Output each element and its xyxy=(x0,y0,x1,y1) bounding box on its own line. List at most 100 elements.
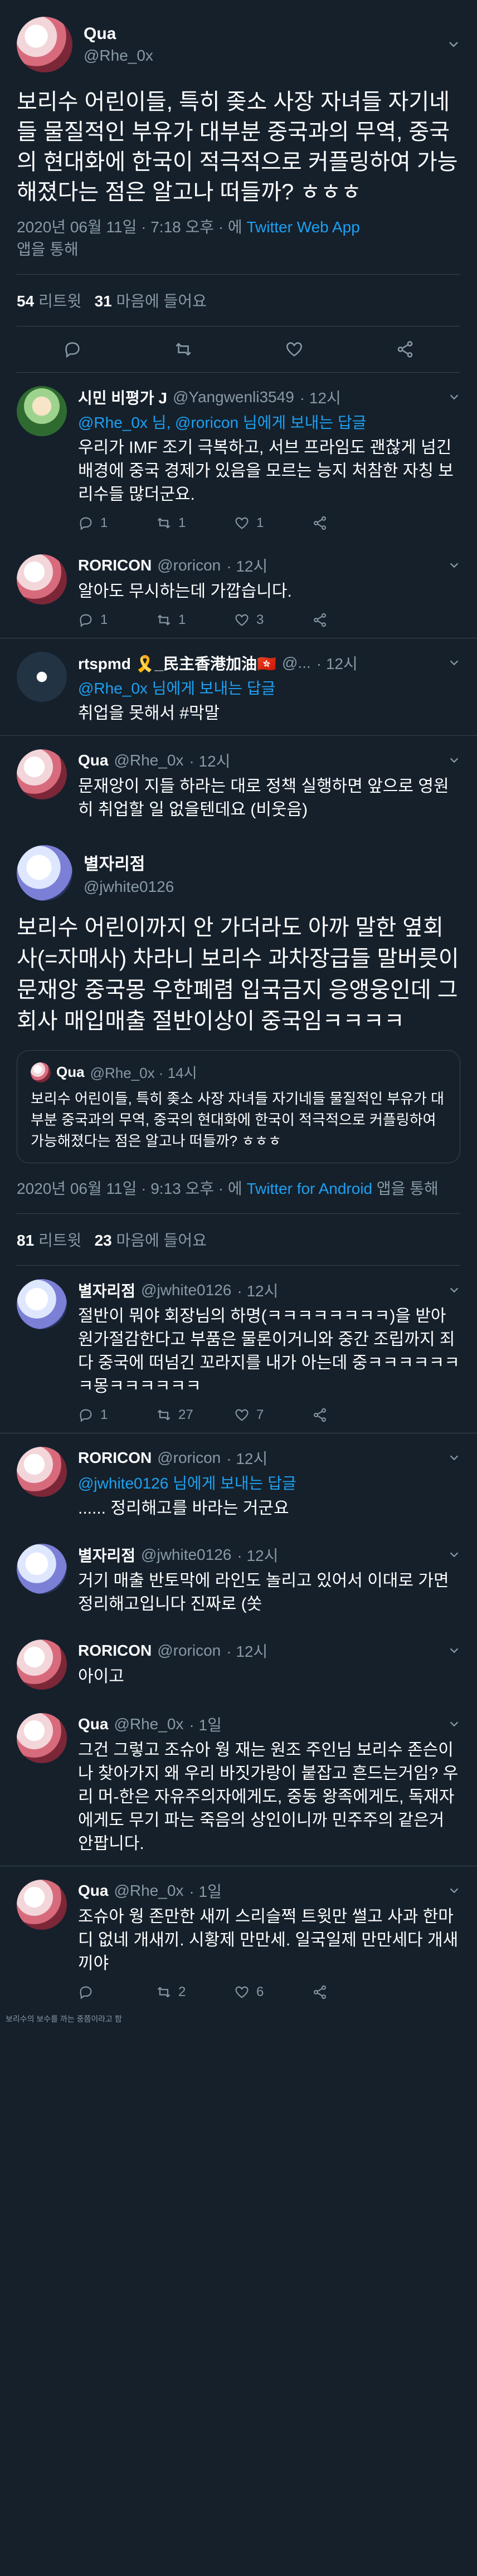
reply-action[interactable] xyxy=(78,1984,156,2000)
retweets-count[interactable]: 81 xyxy=(17,1232,34,1249)
retweet-action[interactable]: 2 xyxy=(156,1984,234,2000)
timestamp[interactable]: · 12시 xyxy=(226,1640,267,1662)
timestamp[interactable]: · 12시 xyxy=(237,1544,278,1566)
avatar[interactable] xyxy=(17,1544,67,1594)
replying-to[interactable]: @jwhite0126 님에게 보내는 답글 xyxy=(78,1471,460,1494)
chevron-down-icon[interactable] xyxy=(448,1549,460,1561)
reply-tweet[interactable]: 시민 비평가 J @Yangwenli3549 · 12시 @Rhe_0x 님,… xyxy=(0,373,477,541)
chevron-down-icon[interactable] xyxy=(448,657,460,669)
avatar[interactable] xyxy=(17,1447,67,1497)
handle[interactable]: @Rhe_0x xyxy=(114,752,183,769)
handle[interactable]: @roricon xyxy=(157,1449,221,1467)
reply-action[interactable]: 1 xyxy=(78,515,156,531)
replying-to[interactable]: @Rhe_0x 님, @roricon 님에게 보내는 답글 xyxy=(78,411,460,433)
display-name[interactable]: Qua xyxy=(78,752,108,769)
reply-tweet[interactable]: RORICON @roricon · 12시 @jwhite0126 님에게 보… xyxy=(0,1433,477,1530)
display-name[interactable]: Qua xyxy=(84,25,153,43)
reply-tweet[interactable]: RORICON @roricon · 12시 아이고 xyxy=(0,1626,477,1700)
timestamp[interactable]: · 12시 xyxy=(237,1279,278,1301)
chevron-down-icon[interactable] xyxy=(448,754,460,767)
timestamp[interactable]: · 1일 xyxy=(189,1713,221,1735)
display-name[interactable]: 별자리점 xyxy=(78,1279,135,1301)
display-name[interactable]: RORICON xyxy=(78,1642,152,1660)
display-name[interactable]: RORICON xyxy=(78,557,152,574)
handle[interactable]: @roricon xyxy=(157,557,221,574)
like-action[interactable]: 6 xyxy=(234,1984,312,2000)
like-action[interactable]: 3 xyxy=(234,612,312,628)
handle[interactable]: @... xyxy=(282,654,311,672)
display-name[interactable]: 시민 비평가 J xyxy=(78,386,167,408)
retweet-action[interactable]: 27 xyxy=(156,1407,234,1423)
display-name[interactable]: Qua xyxy=(78,1715,108,1733)
share-icon[interactable] xyxy=(396,340,415,359)
reply-tweet[interactable]: Qua @Rhe_0x · 12시 문재앙이 지들 하라는 대로 정책 실행하면… xyxy=(0,736,477,832)
chevron-down-icon[interactable] xyxy=(448,1452,460,1464)
reply-action[interactable]: 1 xyxy=(78,612,156,628)
avatar[interactable] xyxy=(17,1713,67,1763)
avatar[interactable] xyxy=(17,749,67,799)
display-name[interactable]: 별자리점 xyxy=(78,1544,135,1566)
chevron-down-icon[interactable] xyxy=(448,1885,460,1897)
avatar[interactable] xyxy=(17,386,67,436)
retweet-action[interactable]: 1 xyxy=(156,612,234,628)
avatar[interactable] xyxy=(17,554,67,604)
client-link[interactable]: Twitter Web App xyxy=(246,218,359,236)
timestamp[interactable]: · 1일 xyxy=(189,1880,221,1902)
share-action[interactable] xyxy=(312,612,390,628)
avatar[interactable] xyxy=(17,652,67,702)
avatar[interactable] xyxy=(17,1279,67,1329)
replying-to[interactable]: @Rhe_0x 님에게 보내는 답글 xyxy=(78,676,460,699)
handle[interactable]: @Rhe_0x xyxy=(114,1715,183,1733)
like-action[interactable]: 1 xyxy=(234,515,312,531)
avatar[interactable] xyxy=(17,1640,67,1690)
chevron-down-icon[interactable] xyxy=(448,391,460,403)
like-icon[interactable] xyxy=(285,340,304,359)
chevron-down-icon[interactable] xyxy=(448,1718,460,1730)
reply-tweet[interactable]: Qua @Rhe_0x · 1일 조슈아 웡 존만한 새끼 스리슬쩍 트윗만 썰… xyxy=(0,1866,477,2010)
retweet-icon[interactable] xyxy=(174,340,193,359)
timestamp[interactable]: · 12시 xyxy=(300,386,341,408)
retweets-count[interactable]: 54 xyxy=(17,292,34,310)
retweets-label[interactable]: 리트윗 xyxy=(38,1232,81,1249)
timestamp[interactable]: · 12시 xyxy=(189,749,230,772)
quoted-tweet[interactable]: Qua @Rhe_0x · 14시 보리수 어린이들, 특히 좆소 사장 자녀들… xyxy=(17,1050,460,1163)
timestamp[interactable]: · 12시 xyxy=(226,1447,267,1469)
handle[interactable]: @jwhite0126 xyxy=(141,1281,231,1299)
chevron-down-icon[interactable] xyxy=(448,1284,460,1296)
handle[interactable]: @Rhe_0x xyxy=(114,1882,183,1900)
handle[interactable]: @jwhite0126 xyxy=(141,1546,231,1564)
retweets-label[interactable]: 리트윗 xyxy=(38,292,81,310)
chevron-down-icon[interactable] xyxy=(447,38,460,51)
share-action[interactable] xyxy=(312,1407,390,1423)
share-action[interactable] xyxy=(312,515,390,531)
handle[interactable]: @jwhite0126 xyxy=(84,878,174,896)
likes-count[interactable]: 23 xyxy=(95,1232,112,1249)
reply-tweet[interactable]: Qua @Rhe_0x · 1일 그건 그렇고 조슈아 웡 재는 원조 주인님 … xyxy=(0,1700,477,1866)
avatar[interactable] xyxy=(17,17,72,72)
display-name[interactable]: RORICON xyxy=(78,1449,152,1467)
timestamp[interactable]: · 12시 xyxy=(317,652,358,674)
display-name[interactable]: 별자리점 xyxy=(84,850,174,875)
display-name[interactable]: Qua xyxy=(78,1882,108,1900)
handle[interactable]: @roricon xyxy=(157,1642,221,1660)
reply-tweet[interactable]: RORICON @roricon · 12시 알아도 무시하는데 가깝습니다. … xyxy=(0,541,477,638)
reply-tweet[interactable]: 별자리점 @jwhite0126 · 12시 거기 매출 반토막에 라인도 놀리… xyxy=(0,1530,477,1626)
chevron-down-icon[interactable] xyxy=(448,559,460,572)
handle[interactable]: @Yangwenli3549 xyxy=(173,388,294,406)
avatar[interactable] xyxy=(17,845,72,901)
chevron-down-icon[interactable] xyxy=(448,1645,460,1657)
display-name[interactable]: rtspmd 🎗️_民主香港加油🇭🇰 xyxy=(78,652,276,674)
timestamp[interactable]: · 12시 xyxy=(226,554,267,577)
reply-tweet[interactable]: 별자리점 @jwhite0126 · 12시 절반이 뭐야 회장님의 하명(ㅋㅋ… xyxy=(0,1266,477,1433)
client-link[interactable]: Twitter for Android xyxy=(246,1180,372,1197)
handle[interactable]: @Rhe_0x xyxy=(84,47,153,65)
retweet-action[interactable]: 1 xyxy=(156,515,234,531)
like-action[interactable]: 7 xyxy=(234,1407,312,1423)
likes-label[interactable]: 마음에 들어요 xyxy=(116,1232,207,1249)
share-action[interactable] xyxy=(312,1984,390,2000)
reply-tweet[interactable]: rtspmd 🎗️_民主香港加油🇭🇰 @... · 12시 @Rhe_0x 님에… xyxy=(0,638,477,735)
reply-action[interactable]: 1 xyxy=(78,1407,156,1423)
likes-label[interactable]: 마음에 들어요 xyxy=(116,292,207,310)
likes-count[interactable]: 31 xyxy=(95,292,112,310)
avatar[interactable] xyxy=(17,1880,67,1930)
